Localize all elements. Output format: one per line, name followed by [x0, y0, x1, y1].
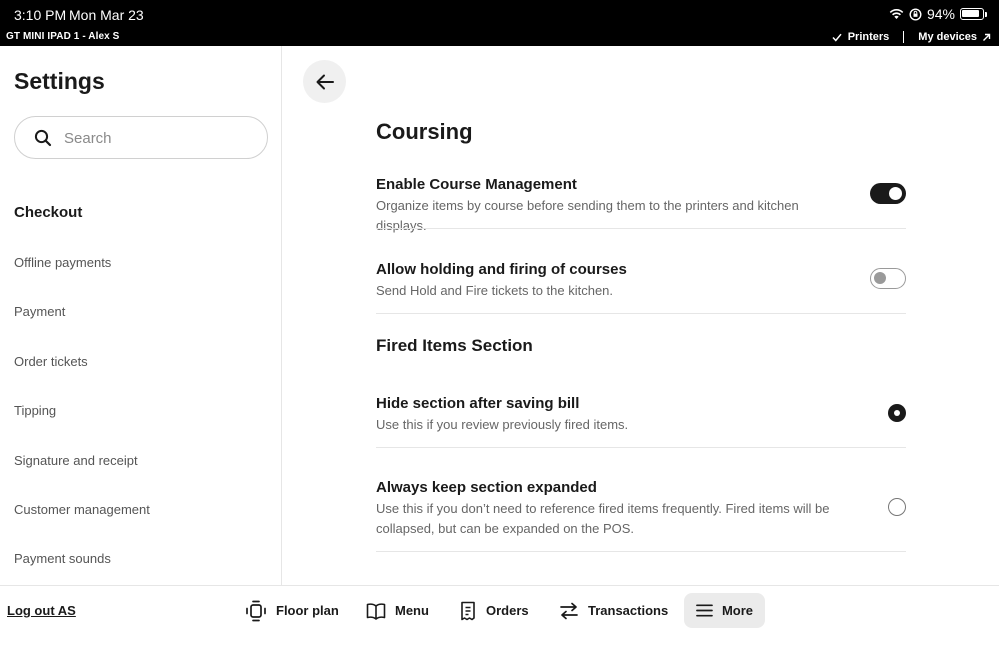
floor-plan-icon — [246, 600, 266, 621]
status-bar: 3:10 PM Mon Mar 23 94% GT MINI IPAD 1 - … — [0, 0, 999, 46]
sidebar-item-order-tickets[interactable]: Order tickets — [14, 354, 88, 369]
device-links: Printers My devices — [832, 31, 991, 43]
battery-tip — [985, 11, 987, 17]
sidebar-item-offline-payments[interactable]: Offline payments — [14, 255, 111, 270]
course-management-title: Enable Course Management — [376, 176, 577, 193]
nav-label: More — [721, 603, 753, 618]
sidebar-item-payment-sounds[interactable]: Payment sounds — [14, 551, 111, 566]
divider — [376, 447, 906, 448]
nav-orders[interactable]: Orders — [447, 593, 541, 628]
nav-label: Transactions — [588, 603, 669, 618]
course-management-toggle[interactable] — [870, 183, 906, 204]
sidebar-item-tipping[interactable]: Tipping — [14, 403, 56, 418]
fired-items-section-title: Fired Items Section — [376, 336, 533, 355]
hamburger-icon — [696, 604, 713, 617]
hold-fire-toggle[interactable] — [870, 268, 906, 289]
keep-expanded-description: Use this if you don’t need to reference … — [376, 501, 830, 536]
search-icon — [34, 129, 52, 147]
logout-link[interactable]: Log out AS — [7, 603, 76, 618]
page-title: Coursing — [376, 119, 473, 144]
check-icon — [832, 33, 842, 42]
search-placeholder: Search — [64, 130, 112, 147]
settings-sidebar: Settings Search Checkout Offline payment… — [0, 46, 282, 585]
sidebar-item-signature-receipt[interactable]: Signature and receipt — [14, 453, 138, 468]
hide-section-description: Use this if you review previously fired … — [376, 417, 629, 432]
battery-percent: 94% — [926, 6, 955, 22]
orientation-lock-icon — [909, 7, 922, 21]
hide-section-radio[interactable] — [888, 404, 906, 422]
sidebar-item-payment[interactable]: Payment — [14, 304, 65, 319]
external-arrow-icon — [983, 33, 991, 41]
bottom-navigation: Log out AS Floor plan Menu Orders Transa… — [0, 585, 999, 656]
transactions-icon — [560, 602, 578, 619]
divider — [376, 551, 906, 552]
wifi-icon — [889, 9, 904, 19]
keep-expanded-radio[interactable] — [888, 498, 906, 516]
hold-fire-title: Allow holding and firing of courses — [376, 261, 627, 278]
nav-label: Orders — [486, 603, 529, 618]
nav-transactions[interactable]: Transactions — [547, 593, 680, 628]
course-management-description: Organize items by course before sending … — [376, 198, 799, 233]
nav-more[interactable]: More — [684, 593, 765, 628]
divider — [376, 313, 906, 314]
sidebar-item-customer-management[interactable]: Customer management — [14, 502, 150, 517]
device-name: GT MINI IPAD 1 - Alex S — [6, 31, 120, 42]
nav-label: Floor plan — [276, 603, 339, 618]
arrow-left-icon — [316, 74, 334, 89]
status-indicators: 94% — [889, 6, 987, 22]
my-devices-link[interactable]: My devices — [918, 31, 977, 43]
hold-fire-description: Send Hold and Fire tickets to the kitche… — [376, 283, 614, 298]
printers-link[interactable]: Printers — [848, 31, 890, 43]
divider — [903, 31, 905, 43]
status-time: 3:10 PM — [14, 7, 67, 23]
toggle-knob — [889, 187, 902, 200]
search-input[interactable]: Search — [14, 116, 268, 159]
divider — [376, 228, 906, 229]
nav-menu[interactable]: Menu — [354, 593, 441, 628]
nav-floor-plan[interactable]: Floor plan — [233, 593, 351, 628]
hide-section-title: Hide section after saving bill — [376, 395, 580, 412]
section-heading-checkout: Checkout — [14, 204, 83, 221]
nav-label: Menu — [395, 603, 429, 618]
toggle-knob — [874, 272, 886, 284]
keep-expanded-title: Always keep section expanded — [376, 479, 597, 496]
menu-book-icon — [366, 602, 386, 620]
back-button[interactable] — [303, 60, 346, 103]
battery-icon — [960, 8, 984, 20]
sidebar-title: Settings — [14, 68, 105, 94]
orders-icon — [461, 601, 475, 620]
coursing-settings-panel: Coursing Enable Course Management Organi… — [282, 46, 999, 585]
status-date: Mon Mar 23 — [69, 7, 144, 23]
